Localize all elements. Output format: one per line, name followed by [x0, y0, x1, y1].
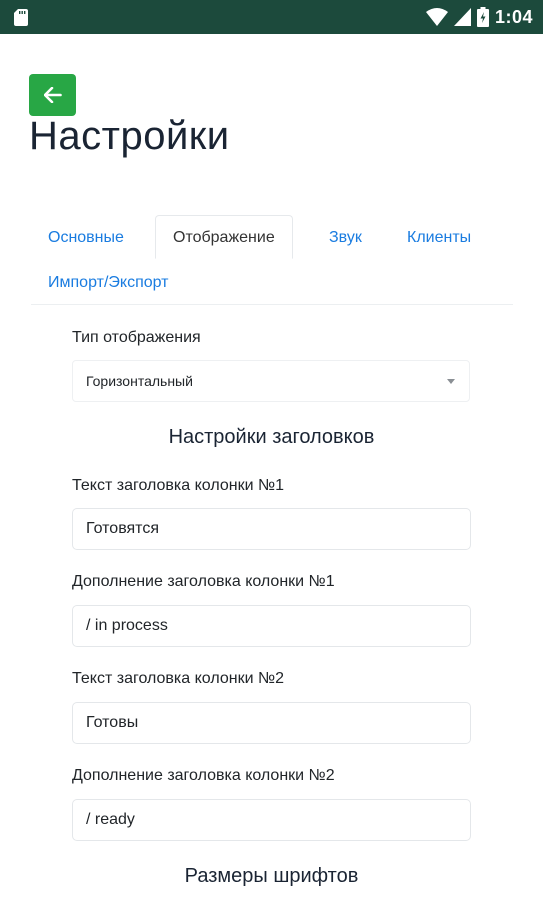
chevron-down-icon: [447, 379, 455, 384]
wifi-icon: [425, 8, 448, 26]
col1-addition-input[interactable]: / in process: [72, 605, 471, 647]
sd-card-icon: [14, 9, 28, 26]
back-button[interactable]: [29, 74, 76, 116]
tab-clients[interactable]: Клиенты: [407, 216, 471, 260]
page-title: Настройки: [29, 114, 230, 158]
fonts-section-title: Размеры шрифтов: [184, 865, 359, 887]
status-time: 1:04: [494, 6, 533, 27]
status-bar: 1:04: [0, 0, 543, 34]
display-type-select[interactable]: Горизонтальный: [72, 360, 470, 402]
tab-sound[interactable]: Звук: [329, 216, 362, 260]
tab-import-export[interactable]: Импорт/Экспорт: [48, 261, 169, 305]
display-type-label: Тип отображения: [72, 329, 201, 346]
col1-text-label: Текст заголовка колонки №1: [72, 477, 285, 494]
battery-icon: [476, 7, 489, 27]
arrow-left-icon: [43, 87, 62, 103]
display-type-value: Горизонтальный: [86, 373, 193, 389]
headers-section-title: Настройки заголовков: [168, 426, 375, 448]
col1-text-input[interactable]: Готовятся: [72, 508, 471, 550]
tab-display[interactable]: Отображение: [155, 215, 293, 259]
col1-addition-label: Дополнение заголовка колонки №1: [72, 573, 335, 590]
signal-icon: [453, 8, 471, 26]
col2-addition-input[interactable]: / ready: [72, 799, 471, 841]
tab-general[interactable]: Основные: [48, 216, 124, 260]
tabs-divider: [31, 304, 513, 305]
col2-text-label: Текст заголовка колонки №2: [72, 670, 285, 687]
col2-addition-label: Дополнение заголовка колонки №2: [72, 767, 335, 784]
col2-text-input[interactable]: Готовы: [72, 702, 471, 744]
